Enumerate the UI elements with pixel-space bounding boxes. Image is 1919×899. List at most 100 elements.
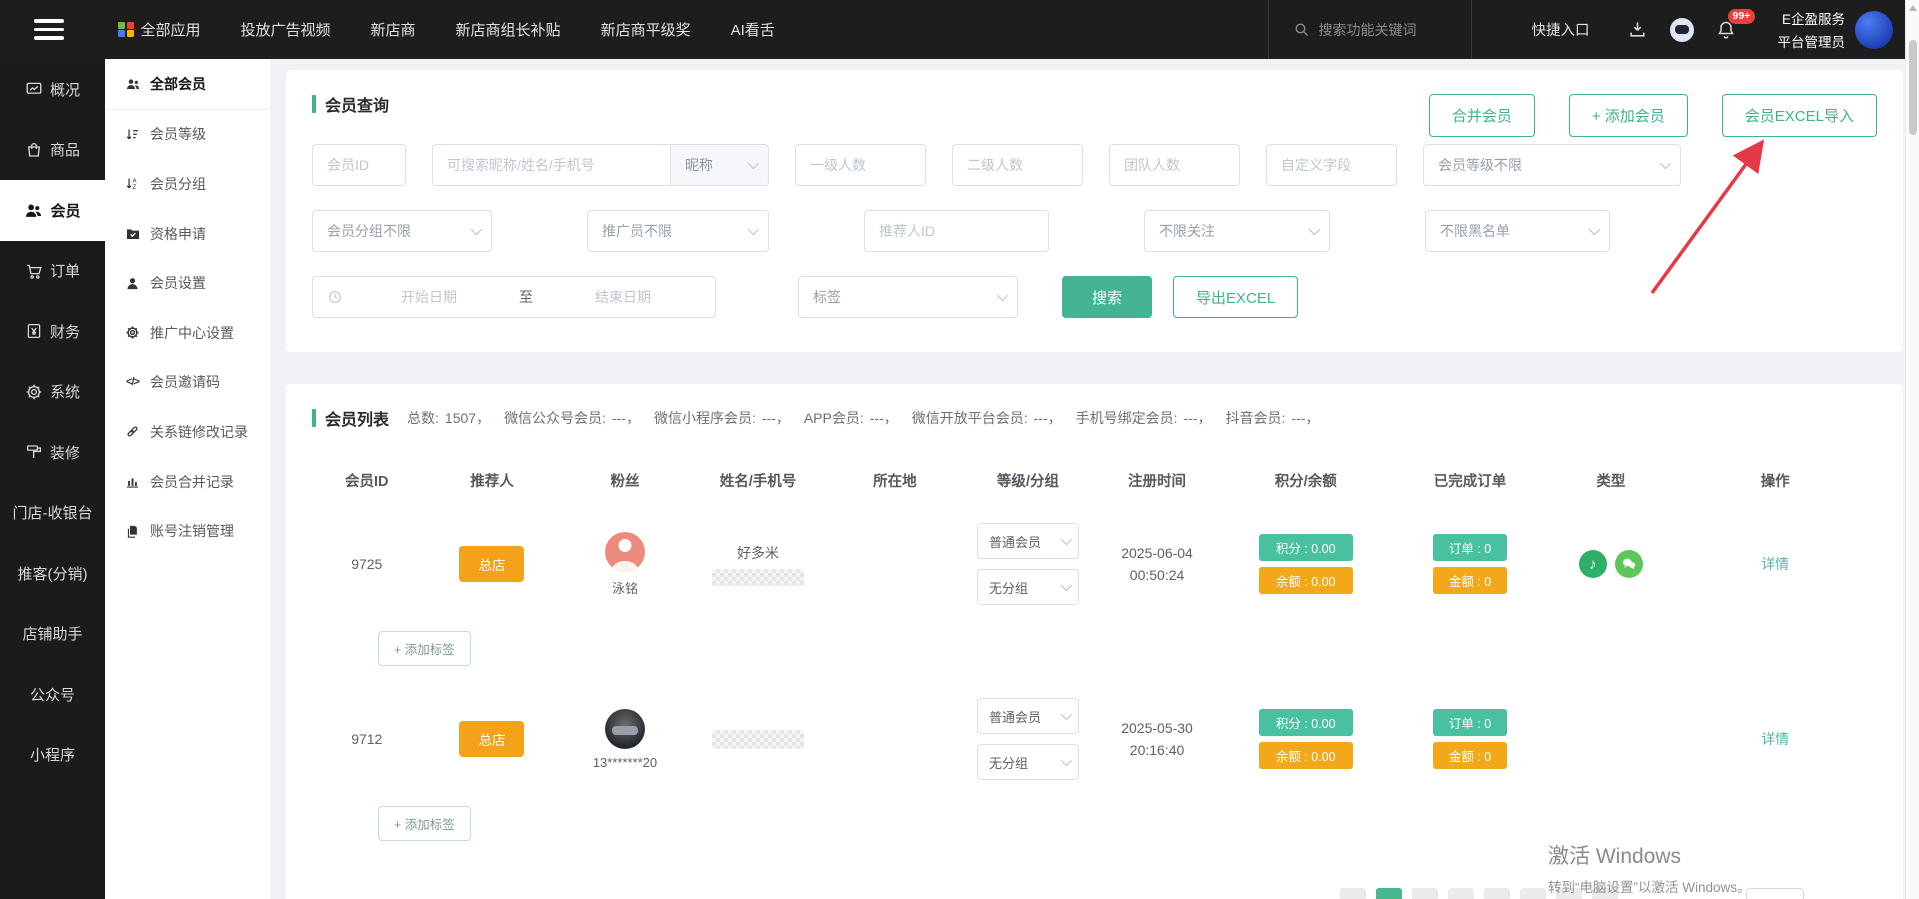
type-cell: ♪ xyxy=(1548,550,1673,578)
custom-field-input[interactable] xyxy=(1266,144,1397,186)
submenu-promotion-center-settings[interactable]: 推广中心设置 xyxy=(105,308,270,358)
notifications-button[interactable]: 99+ xyxy=(1704,0,1748,59)
sidebar-item-decoration[interactable]: 装修 xyxy=(0,422,105,483)
submenu-member-level[interactable]: 会员等级 xyxy=(105,110,270,160)
sidebar-item-system[interactable]: 系统 xyxy=(0,362,105,423)
sidebar-item-shop-assistant[interactable]: 店铺助手 xyxy=(0,604,105,665)
submenu-label: 会员合并记录 xyxy=(150,472,234,492)
hamburger-menu-icon[interactable] xyxy=(34,19,64,40)
page-button[interactable] xyxy=(1556,888,1582,899)
blacklist-filter-select[interactable]: 不限黑名单 xyxy=(1425,210,1610,252)
svg-text:Z: Z xyxy=(133,186,137,192)
detail-link[interactable]: 详情 xyxy=(1761,554,1789,574)
submenu-all-members[interactable]: 全部会员 xyxy=(105,60,270,110)
page-button-active[interactable] xyxy=(1376,888,1402,899)
level-group-cell: 普通会员 无分组 xyxy=(961,698,1094,780)
member-group-select[interactable]: 会员分组不限 xyxy=(312,210,492,252)
col-location: 所在地 xyxy=(828,470,961,491)
sidebar-item-label: 公众号 xyxy=(30,684,75,705)
submenu-account-cancellation[interactable]: 账号注销管理 xyxy=(105,506,270,556)
completed-orders-cell: 订单 : 0 金额 : 0 xyxy=(1392,534,1549,594)
page-button[interactable] xyxy=(1448,888,1474,899)
orders-badge: 订单 : 0 xyxy=(1433,534,1507,561)
topbar-menu-leader-subsidy[interactable]: 新店商组长补贴 xyxy=(436,0,581,59)
promoter-select[interactable]: 推广员不限 xyxy=(587,210,769,252)
points-balance-cell: 积分 : 0.00 余额 : 0.00 xyxy=(1220,534,1392,594)
scrollbar-thumb[interactable] xyxy=(1909,40,1917,135)
account-menu[interactable]: E企盈服务 平台管理员 xyxy=(1748,8,1919,51)
submenu-label: 资格申请 xyxy=(150,224,206,244)
download-button[interactable] xyxy=(1616,0,1660,59)
sidebar-item-finance[interactable]: 财务 xyxy=(0,301,105,362)
sidebar-item-overview[interactable]: 概况 xyxy=(0,59,105,120)
topbar-menu-new-shop[interactable]: 新店商 xyxy=(351,0,436,59)
submenu-relation-chain-log[interactable]: 关系链修改记录 xyxy=(105,407,270,457)
fan-cell: 13*******20 xyxy=(562,709,687,770)
topbar-menu-level-award[interactable]: 新店商平级奖 xyxy=(581,0,711,59)
group-select[interactable]: 无分组 xyxy=(977,744,1079,780)
search-button[interactable]: 搜索 xyxy=(1062,276,1152,318)
submenu-member-settings[interactable]: 会员设置 xyxy=(105,258,270,308)
amount-badge: 金额 : 0 xyxy=(1433,567,1507,594)
submenu-member-invite-code[interactable]: </> 会员邀请码 xyxy=(105,358,270,408)
referrer-store-button[interactable]: 总店 xyxy=(459,721,524,757)
tag-select[interactable]: 标签 xyxy=(798,276,1018,318)
add-tag-button[interactable]: + 添加标签 xyxy=(378,806,471,841)
avatar[interactable] xyxy=(1855,11,1893,49)
level-select[interactable]: 普通会员 xyxy=(977,698,1079,734)
member-excel-import-button[interactable]: 会员EXCEL导入 xyxy=(1722,94,1877,137)
sidebar-item-members[interactable]: 会员 xyxy=(0,180,105,241)
detail-link[interactable]: 详情 xyxy=(1761,729,1789,749)
quick-entry-link[interactable]: 快捷入口 xyxy=(1472,19,1616,40)
member-level-select[interactable]: 会员等级不限 xyxy=(1423,144,1681,186)
chevron-down-icon xyxy=(748,224,759,235)
vertical-scrollbar[interactable] xyxy=(1905,0,1919,899)
topbar-menu-all-apps[interactable]: 全部应用 xyxy=(98,0,221,59)
page-button[interactable] xyxy=(1484,888,1510,899)
page-button[interactable] xyxy=(1412,888,1438,899)
submenu-member-merge-log[interactable]: 会员合并记录 xyxy=(105,457,270,507)
submenu-qualification-apply[interactable]: 资格申请 xyxy=(105,209,270,259)
group-select[interactable]: 无分组 xyxy=(977,569,1079,605)
level1-count-input[interactable] xyxy=(795,144,926,186)
level-select[interactable]: 普通会员 xyxy=(977,523,1079,559)
page-button[interactable] xyxy=(1592,888,1618,899)
sidebar-item-store-cashier[interactable]: 门店-收银台 xyxy=(0,483,105,544)
keyword-input[interactable] xyxy=(432,144,671,186)
fan-avatar[interactable] xyxy=(605,532,645,572)
assistant-button[interactable] xyxy=(1660,0,1704,59)
topbar-search[interactable] xyxy=(1268,0,1472,59)
keyword-type-select[interactable]: 昵称 xyxy=(671,144,769,186)
table-row: 9725 总店 泳铭 好多米 普通会员 无分组 xyxy=(312,523,1877,605)
level2-count-input[interactable] xyxy=(952,144,1083,186)
team-count-input[interactable] xyxy=(1109,144,1240,186)
add-tag-button[interactable]: + 添加标签 xyxy=(378,631,471,666)
referrer-id-input[interactable] xyxy=(864,210,1049,252)
search-icon xyxy=(1293,21,1310,38)
sidebar-item-mini-program[interactable]: 小程序 xyxy=(0,725,105,786)
page-button[interactable] xyxy=(1520,888,1546,899)
topbar-menu-label: 新店商平级奖 xyxy=(601,19,691,40)
topbar-menu-ai-tongue[interactable]: AI看舌 xyxy=(711,0,795,59)
export-excel-button[interactable]: 导出EXCEL xyxy=(1173,276,1298,318)
search-input[interactable] xyxy=(1319,22,1447,38)
scrollbar-up-arrow[interactable] xyxy=(1909,5,1917,11)
add-member-button[interactable]: + 添加会员 xyxy=(1569,94,1688,137)
topbar-menu-ad-video[interactable]: 投放广告视频 xyxy=(221,0,351,59)
follow-filter-select[interactable]: 不限关注 xyxy=(1144,210,1330,252)
sidebar-item-official-account[interactable]: 公众号 xyxy=(0,664,105,725)
fan-avatar[interactable] xyxy=(605,709,645,749)
referrer-store-button[interactable]: 总店 xyxy=(459,546,524,582)
member-id-input[interactable] xyxy=(312,144,406,186)
sidebar-item-promoter-distribution[interactable]: 推客(分销) xyxy=(0,543,105,604)
submenu-member-group[interactable]: AZ 会员分组 xyxy=(105,159,270,209)
date-range-picker[interactable]: 开始日期 至 结束日期 xyxy=(312,276,716,318)
merge-members-button[interactable]: 合并会员 xyxy=(1429,94,1535,137)
page-button[interactable] xyxy=(1340,888,1366,899)
sidebar-item-goods[interactable]: 商品 xyxy=(0,120,105,181)
topbar-menu-label: 投放广告视频 xyxy=(241,19,331,40)
member-level-value: 会员等级不限 xyxy=(1438,155,1522,175)
page-jump-box[interactable] xyxy=(1746,888,1804,899)
chevron-down-icon xyxy=(1660,158,1671,169)
sidebar-item-orders[interactable]: 订单 xyxy=(0,241,105,302)
